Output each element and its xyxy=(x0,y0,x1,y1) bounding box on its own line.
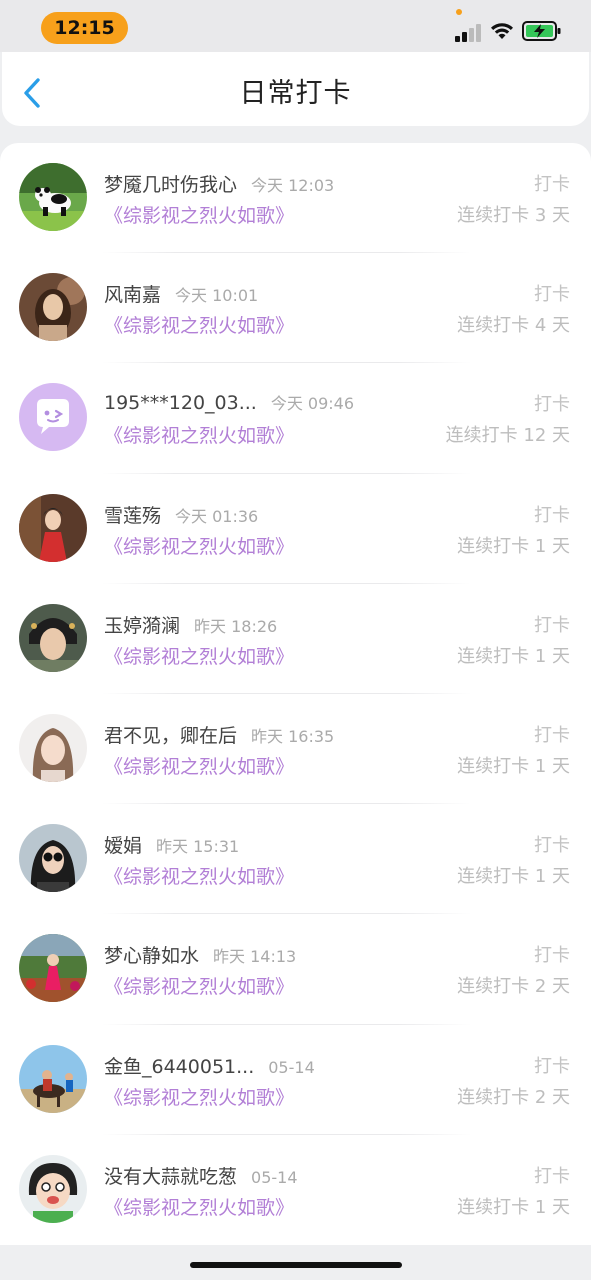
username[interactable]: 风南嘉 今天 10:01 xyxy=(104,280,258,307)
username[interactable]: 雪莲殇 今天 01:36 xyxy=(104,501,258,528)
checkin-label: 打卡 xyxy=(534,835,570,857)
checkin-label: 打卡 xyxy=(534,284,570,306)
username-text[interactable]: 没有大蒜就吃葱 xyxy=(104,1166,237,1188)
username[interactable]: 玉婷漪澜 昨天 18:26 xyxy=(104,611,277,638)
checkin-time: 昨天 16:35 xyxy=(251,726,335,746)
book-title[interactable]: 《综影视之烈火如歌》 xyxy=(104,201,294,228)
checkin-time: 今天 01:36 xyxy=(175,506,259,526)
book-title[interactable]: 《综影视之烈火如歌》 xyxy=(104,421,294,448)
checkin-label: 打卡 xyxy=(534,1165,570,1187)
streak-count: 连续打卡 1 天 xyxy=(457,535,570,557)
checkin-time: 05-14 xyxy=(268,1057,315,1077)
checkin-label: 打卡 xyxy=(534,504,570,526)
checkin-label: 打卡 xyxy=(534,945,570,967)
streak-count: 连续打卡 4 天 xyxy=(457,315,570,337)
username[interactable]: 没有大蒜就吃葱 05-14 xyxy=(104,1162,298,1189)
streak-count: 连续打卡 3 天 xyxy=(457,205,570,226)
checkin-label: 打卡 xyxy=(534,174,570,195)
streak-count: 连续打卡 2 天 xyxy=(457,976,570,998)
checkin-list: 梦魇几时伤我心 今天 12:03 《综影视之烈火如歌》 打卡 连续打卡 3 天 风… xyxy=(0,143,591,1245)
book-title[interactable]: 《综影视之烈火如歌》 xyxy=(104,642,294,669)
checkin-time: 今天 12:03 xyxy=(251,176,335,195)
username[interactable]: 君不见，卿在后 昨天 16:35 xyxy=(104,721,334,748)
username-text[interactable]: 梦心静如水 xyxy=(104,945,199,967)
checkin-label: 打卡 xyxy=(534,614,570,636)
book-title[interactable]: 《综影视之烈火如歌》 xyxy=(104,862,294,889)
checkin-time: 昨天 18:26 xyxy=(194,616,278,636)
book-title[interactable]: 《综影视之烈火如歌》 xyxy=(104,1083,294,1110)
list-item[interactable]: 嫒娟 昨天 15:31 《综影视之烈火如歌》 打卡 连续打卡 1 天 xyxy=(0,804,591,915)
book-title[interactable]: 《综影视之烈火如歌》 xyxy=(104,752,294,779)
checkin-time: 05-14 xyxy=(251,1167,298,1187)
checkin-time: 今天 09:46 xyxy=(270,394,355,414)
list-item[interactable]: 风南嘉 今天 10:01 《综影视之烈火如歌》 打卡 连续打卡 4 天 xyxy=(0,253,591,364)
username[interactable]: 梦心静如水 昨天 14:13 xyxy=(104,941,296,968)
list-item[interactable]: 梦心静如水 昨天 14:13 《综影视之烈火如歌》 打卡 连续打卡 2 天 xyxy=(0,914,591,1025)
cellular-signal-icon xyxy=(455,22,483,42)
username-text[interactable]: 玉婷漪澜 xyxy=(104,615,180,637)
avatar[interactable] xyxy=(19,1154,87,1223)
nav-header: 日常打卡 xyxy=(2,52,589,126)
avatar[interactable] xyxy=(19,713,87,782)
avatar[interactable] xyxy=(19,603,87,672)
status-bar: 12:15 xyxy=(0,0,591,52)
username-text[interactable]: 君不见，卿在后 xyxy=(104,725,237,747)
username[interactable]: 梦魇几时伤我心 今天 12:03 xyxy=(104,170,334,197)
username[interactable]: 嫒娟 昨天 15:31 xyxy=(104,831,239,858)
username-text[interactable]: 梦魇几时伤我心 xyxy=(104,174,237,196)
checkin-time: 昨天 14:13 xyxy=(213,947,297,967)
avatar[interactable] xyxy=(19,824,87,893)
checkin-label: 打卡 xyxy=(534,724,570,746)
streak-count: 连续打卡 1 天 xyxy=(457,645,570,667)
streak-count: 连续打卡 1 天 xyxy=(457,866,570,888)
streak-count: 连续打卡 1 天 xyxy=(457,755,570,777)
streak-count: 连续打卡 1 天 xyxy=(457,1196,570,1218)
privacy-indicator-dot xyxy=(456,9,462,15)
list-item[interactable]: 金鱼_6440051... 05-14 《综影视之烈火如歌》 打卡 连续打卡 2 … xyxy=(0,1025,591,1135)
checkin-label: 打卡 xyxy=(534,394,570,416)
streak-count: 连续打卡 12 天 xyxy=(445,425,570,447)
streak-count: 连续打卡 2 天 xyxy=(457,1086,570,1108)
list-item[interactable]: 雪莲殇 今天 01:36 《综影视之烈火如歌》 打卡 连续打卡 1 天 xyxy=(0,474,591,584)
avatar[interactable] xyxy=(19,163,87,231)
avatar[interactable] xyxy=(19,383,87,452)
avatar[interactable] xyxy=(19,493,87,562)
battery-charging-icon xyxy=(522,20,562,46)
username-text[interactable]: 风南嘉 xyxy=(104,284,161,306)
username-text[interactable]: 195***120_03... xyxy=(104,392,257,414)
book-title[interactable]: 《综影视之烈火如歌》 xyxy=(104,1193,294,1220)
book-title[interactable]: 《综影视之烈火如歌》 xyxy=(104,972,294,999)
username-text[interactable]: 嫒娟 xyxy=(104,835,142,857)
username-text[interactable]: 雪莲殇 xyxy=(104,505,161,527)
avatar[interactable] xyxy=(19,1044,87,1113)
wifi-icon xyxy=(489,19,515,45)
avatar[interactable] xyxy=(19,273,87,342)
username[interactable]: 195***120_03... 今天 09:46 xyxy=(104,390,354,414)
list-item[interactable]: 玉婷漪澜 昨天 18:26 《综影视之烈火如歌》 打卡 连续打卡 1 天 xyxy=(0,584,591,694)
list-item[interactable]: 梦魇几时伤我心 今天 12:03 《综影视之烈火如歌》 打卡 连续打卡 3 天 xyxy=(0,143,591,254)
list-item[interactable]: 195***120_03... 今天 09:46 《综影视之烈火如歌》 打卡 连续… xyxy=(0,363,591,474)
username-text[interactable]: 金鱼_6440051... xyxy=(104,1056,254,1078)
username[interactable]: 金鱼_6440051... 05-14 xyxy=(104,1052,315,1079)
page-title: 日常打卡 xyxy=(239,78,352,109)
checkin-time: 昨天 15:31 xyxy=(156,837,240,857)
checkin-time: 今天 10:01 xyxy=(175,286,259,306)
status-time: 12:15 xyxy=(41,12,128,44)
book-title[interactable]: 《综影视之烈火如歌》 xyxy=(104,311,294,338)
book-title[interactable]: 《综影视之烈火如歌》 xyxy=(104,532,294,559)
avatar[interactable] xyxy=(19,934,87,1003)
home-indicator[interactable] xyxy=(190,1262,402,1268)
checkin-label: 打卡 xyxy=(534,1055,570,1077)
list-item[interactable]: 君不见，卿在后 昨天 16:35 《综影视之烈火如歌》 打卡 连续打卡 1 天 xyxy=(0,694,591,805)
list-item[interactable]: 没有大蒜就吃葱 05-14 《综影视之烈火如歌》 打卡 连续打卡 1 天 xyxy=(0,1135,591,1245)
